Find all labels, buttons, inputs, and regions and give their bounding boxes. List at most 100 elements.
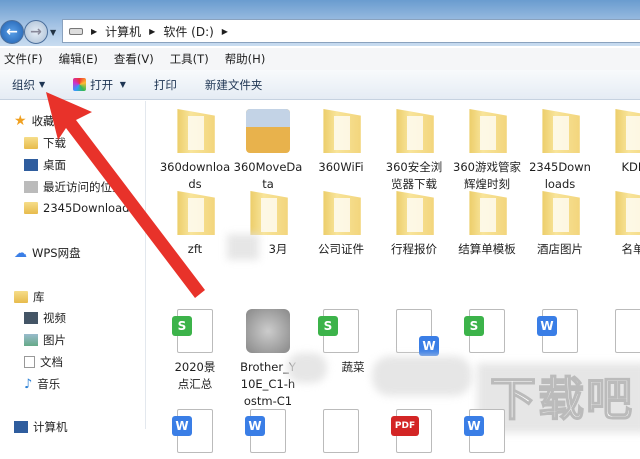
back-button[interactable]: ←: [0, 20, 24, 44]
spreadsheet-file-icon: S: [172, 309, 213, 353]
desktop-icon: [24, 159, 38, 171]
sidebar-item-desktop[interactable]: 桌面: [24, 157, 66, 173]
file-name: zft: [187, 242, 203, 256]
file-item[interactable]: [305, 409, 377, 459]
menu-tools[interactable]: 工具(T): [170, 51, 209, 67]
file-item[interactable]: [597, 309, 640, 359]
sidebar-item-music[interactable]: ♪ 音乐: [24, 376, 60, 392]
chevron-right-icon[interactable]: ▶: [91, 27, 97, 36]
redaction-blur: [227, 234, 259, 260]
sidebar-item-downloads[interactable]: 下载: [24, 135, 66, 151]
file-name: 360downloads: [159, 160, 231, 191]
open-label: 打开: [90, 77, 114, 92]
folder-item[interactable]: 2345Downloads: [524, 109, 596, 193]
folder-icon: [615, 191, 640, 235]
folder-item[interactable]: 结算单模板: [451, 191, 523, 258]
downloads-folder-icon: [24, 137, 38, 149]
folder-item[interactable]: 360WiFi: [305, 109, 377, 176]
label: 视频: [43, 311, 66, 325]
recent-places-icon: [24, 181, 38, 193]
file-name: 行程报价: [391, 242, 437, 256]
folder-item[interactable]: 公司证件: [305, 191, 377, 258]
folder-icon: [469, 191, 507, 235]
file-name: 结算单模板: [458, 242, 516, 256]
folder-item[interactable]: 名单: [597, 191, 640, 258]
print-button[interactable]: 打印: [154, 77, 177, 93]
address-bar[interactable]: ▶ 计算机 ▶ 软件 (D:) ▶: [62, 19, 640, 43]
library-icon: [14, 291, 28, 303]
folder-item[interactable]: 行程报价: [378, 191, 450, 258]
label: 库: [33, 290, 45, 304]
folder-item[interactable]: 360downloads: [159, 109, 231, 193]
sidebar-computer[interactable]: 计算机: [14, 419, 68, 435]
folder-icon: [615, 109, 640, 153]
menu-file[interactable]: 文件(F): [4, 51, 43, 67]
file-name: 酒店图片: [537, 242, 583, 256]
folder-item[interactable]: 360游戏管家辉煌时刻: [451, 109, 523, 193]
file-item[interactable]: W: [232, 409, 304, 459]
label: 下载: [43, 136, 66, 150]
sidebar-item-videos[interactable]: 视频: [24, 310, 66, 326]
folder-icon: [469, 109, 507, 153]
document-file-icon: [615, 309, 640, 353]
breadcrumb-computer[interactable]: 计算机: [105, 23, 141, 40]
file-name: KDF: [621, 160, 640, 174]
organize-button[interactable]: 组织 ▼: [12, 77, 45, 93]
chevron-right-icon[interactable]: ▶: [149, 27, 155, 36]
folder-item[interactable]: 酒店图片: [524, 191, 596, 258]
move-data-folder-icon: [246, 109, 290, 153]
file-name: 公司证件: [318, 242, 364, 256]
breadcrumb-drive-d[interactable]: 软件 (D:): [163, 23, 213, 40]
label: 桌面: [43, 158, 66, 172]
folder-icon: [396, 109, 434, 153]
video-icon: [24, 312, 38, 324]
title-bar: ← → ▼ ▶ 计算机 ▶ 软件 (D:) ▶: [0, 0, 640, 46]
folder-icon: [542, 191, 580, 235]
folder-icon: [24, 202, 38, 214]
forward-button[interactable]: →: [24, 20, 48, 44]
menu-help[interactable]: 帮助(H): [225, 51, 266, 67]
command-bar: 组织 ▼ 打开 ▼ 打印 新建文件夹: [0, 70, 640, 100]
drive-icon: [69, 27, 83, 35]
open-button[interactable]: 打开 ▼: [73, 77, 126, 93]
file-item[interactable]: PDF: [378, 409, 450, 459]
folder-item[interactable]: 360MoveData: [232, 109, 304, 193]
sidebar-item-recent[interactable]: 最近访问的位置: [24, 179, 124, 195]
file-item[interactable]: S 2020景点汇总: [159, 309, 231, 393]
sidebar-item-documents[interactable]: 文档: [24, 354, 63, 370]
file-item[interactable]: W: [524, 309, 596, 359]
folder-item[interactable]: KDF: [597, 109, 640, 176]
document-file-icon: [323, 409, 359, 453]
chevron-down-icon: ▼: [39, 80, 46, 89]
sidebar-library[interactable]: 库: [14, 289, 45, 305]
sidebar-item-2345downloads[interactable]: 2345Downloads: [24, 201, 135, 215]
file-name: 360WiFi: [318, 160, 364, 174]
sidebar-favorites[interactable]: ★ 收藏夹: [14, 113, 66, 129]
menu-edit[interactable]: 编辑(E): [59, 51, 98, 67]
folder-item[interactable]: zft: [159, 191, 231, 258]
word-file-icon: W: [537, 309, 578, 353]
spreadsheet-file-icon: S: [464, 309, 505, 353]
folder-icon: [323, 109, 361, 153]
file-name: 360游戏管家辉煌时刻: [453, 160, 521, 191]
label: 2345Downloads: [43, 201, 136, 215]
file-item[interactable]: W: [159, 409, 231, 459]
folder-icon: [396, 191, 434, 235]
document-file-icon: W: [396, 309, 439, 356]
folder-item[interactable]: 360安全浏览器下载: [378, 109, 450, 193]
printer-icon: [246, 309, 290, 353]
file-item[interactable]: W: [378, 309, 450, 359]
file-item[interactable]: S: [451, 309, 523, 359]
menu-view[interactable]: 查看(V): [114, 51, 154, 67]
history-dropdown-icon[interactable]: ▼: [50, 28, 56, 37]
folder-icon: [250, 191, 288, 235]
music-note-icon: ♪: [24, 376, 33, 392]
computer-icon: [14, 421, 28, 433]
chevron-right-icon[interactable]: ▶: [222, 27, 228, 36]
sidebar-wps-cloud[interactable]: ☁ WPS网盘: [14, 245, 81, 261]
sidebar-item-pictures[interactable]: 图片: [24, 332, 66, 348]
pictures-icon: [24, 334, 38, 346]
open-app-icon: [73, 78, 87, 91]
spreadsheet-file-icon: S: [318, 309, 359, 353]
new-folder-button[interactable]: 新建文件夹: [205, 77, 263, 93]
